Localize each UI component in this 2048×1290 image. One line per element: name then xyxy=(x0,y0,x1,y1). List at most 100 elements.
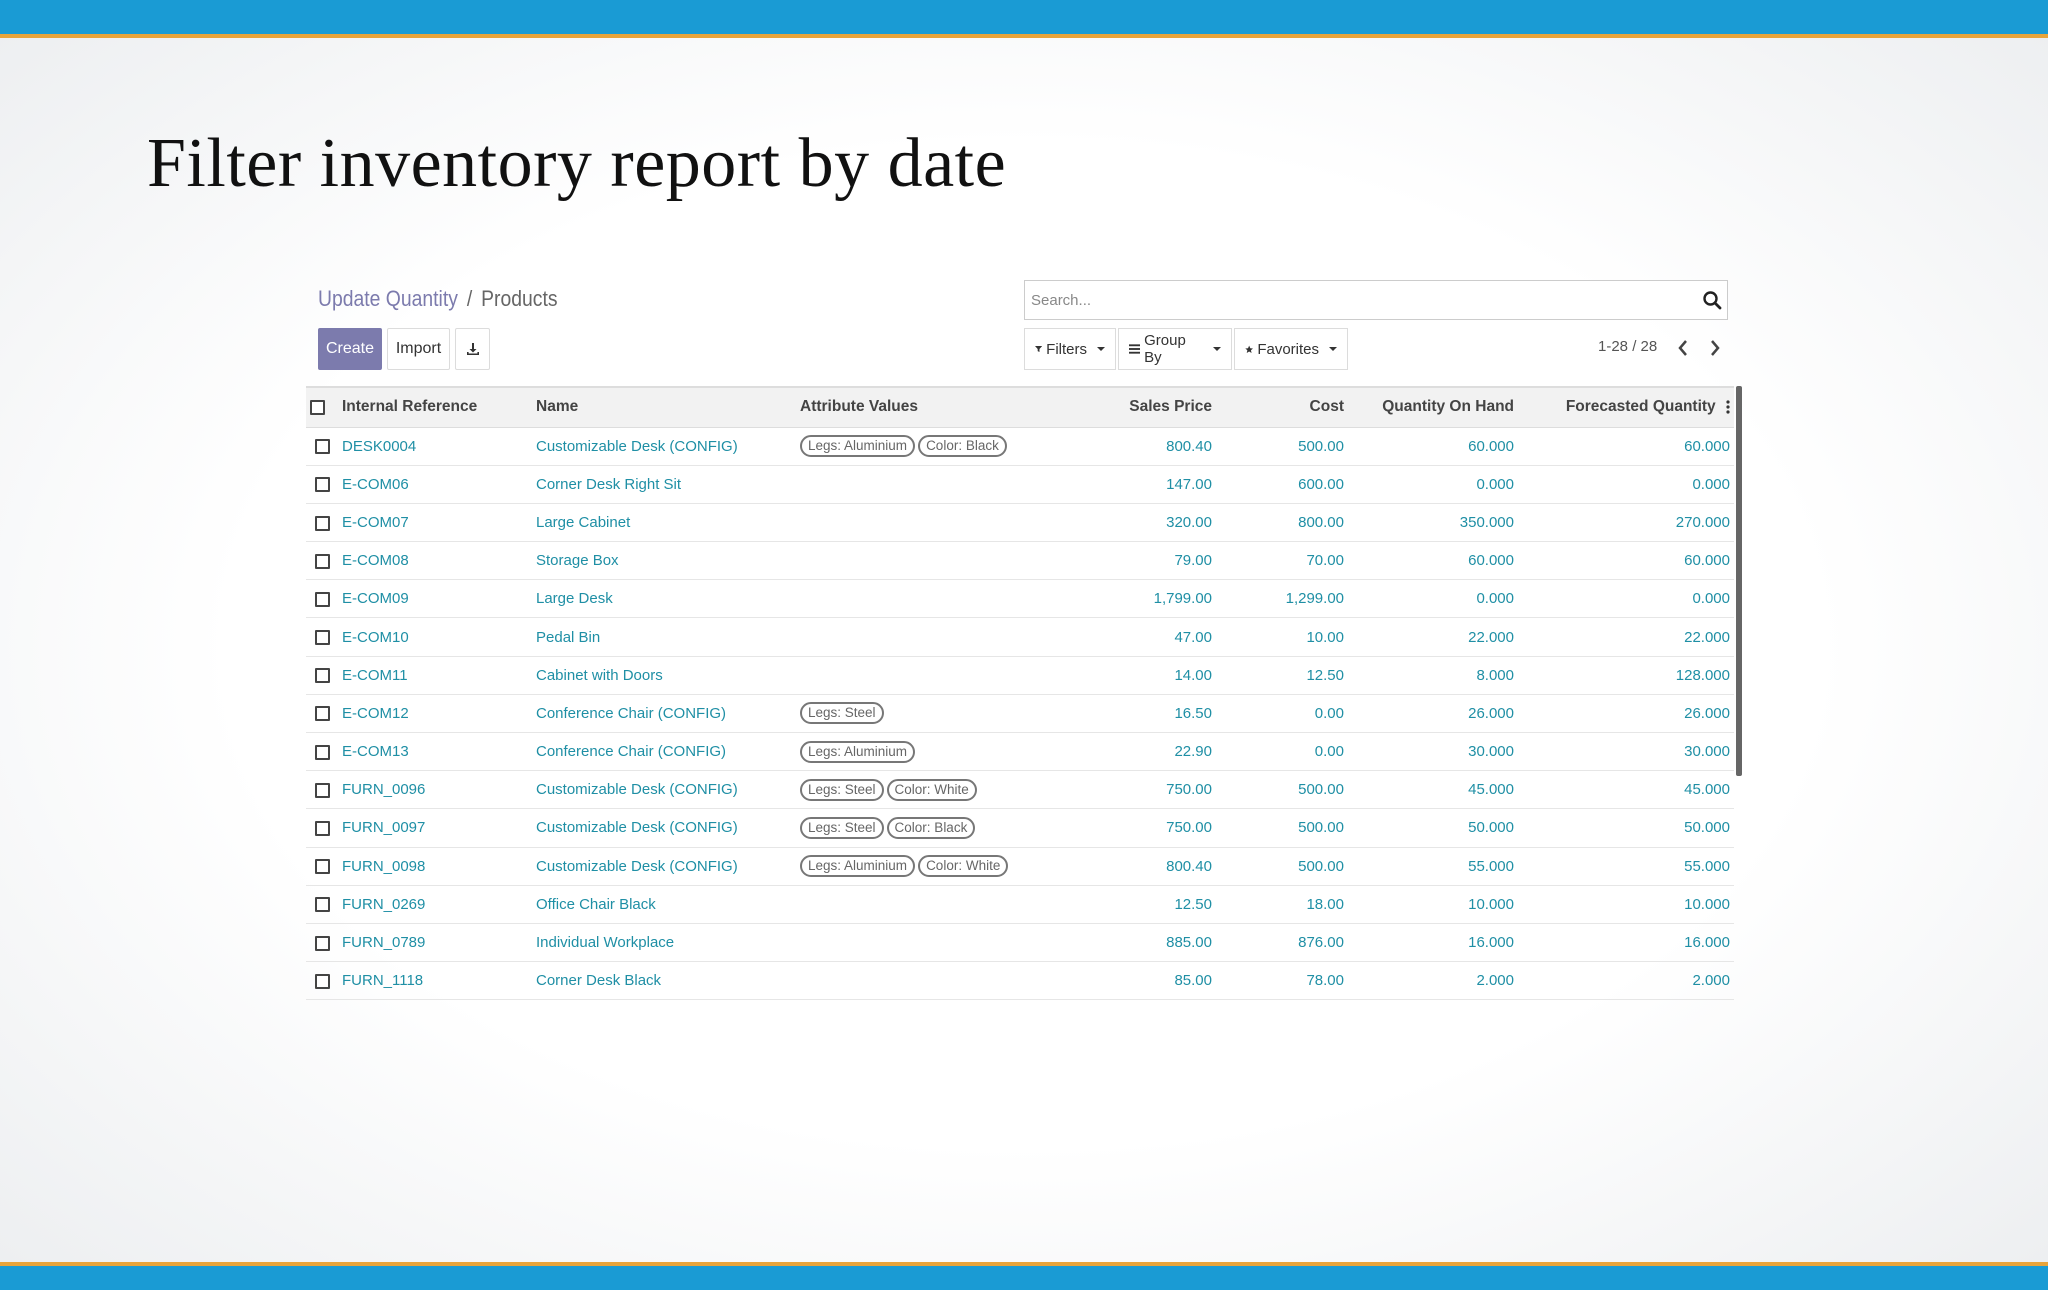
cell-internal-reference[interactable]: FURN_0098 xyxy=(338,847,532,886)
row-checkbox[interactable] xyxy=(314,897,330,913)
cell-cost[interactable]: 500.00 xyxy=(1216,808,1348,848)
cell-cost[interactable]: 800.00 xyxy=(1216,503,1348,543)
cell-cost[interactable]: 876.00 xyxy=(1216,923,1348,963)
table-row[interactable]: FURN_1118 Corner Desk Black 85.00 78.00 2.00… xyxy=(306,961,1734,1001)
row-checkbox[interactable] xyxy=(314,859,330,875)
row-checkbox[interactable] xyxy=(314,744,330,760)
cell-sales-price[interactable]: 750.00 xyxy=(1080,808,1216,848)
row-checkbox[interactable] xyxy=(314,591,330,607)
cell-forecasted-quantity[interactable]: 22.000 xyxy=(1518,617,1734,657)
row-checkbox[interactable] xyxy=(314,935,330,951)
cell-name[interactable]: Individual Workplace xyxy=(532,923,796,963)
cell-name[interactable]: Storage Box xyxy=(532,541,796,581)
table-row[interactable]: E-COM10 Pedal Bin 47.00 10.00 22.000 22.000 xyxy=(306,617,1734,657)
search-input[interactable] xyxy=(1031,281,1671,319)
cell-forecasted-quantity[interactable]: 0.000 xyxy=(1518,579,1734,619)
chevron-right-icon[interactable] xyxy=(1706,336,1724,360)
cell-name[interactable]: Pedal Bin xyxy=(532,617,796,657)
cell-internal-reference[interactable]: FURN_0269 xyxy=(338,885,532,924)
row-checkbox[interactable] xyxy=(314,515,330,531)
cell-sales-price[interactable]: 147.00 xyxy=(1080,465,1216,504)
cell-quantity-on-hand[interactable]: 10.000 xyxy=(1348,885,1518,924)
cell-quantity-on-hand[interactable]: 45.000 xyxy=(1348,770,1518,810)
filters-dropdown[interactable]: Filters xyxy=(1024,328,1116,370)
cell-sales-price[interactable]: 320.00 xyxy=(1080,503,1216,543)
row-checkbox[interactable] xyxy=(314,782,330,798)
cell-forecasted-quantity[interactable]: 10.000 xyxy=(1518,885,1734,924)
cell-sales-price[interactable]: 12.50 xyxy=(1080,885,1216,924)
cell-sales-price[interactable]: 47.00 xyxy=(1080,617,1216,657)
cell-cost[interactable]: 12.50 xyxy=(1216,656,1348,695)
cell-forecasted-quantity[interactable]: 45.000 xyxy=(1518,770,1734,810)
cell-internal-reference[interactable]: E-COM06 xyxy=(338,465,532,504)
cell-forecasted-quantity[interactable]: 26.000 xyxy=(1518,694,1734,734)
cell-forecasted-quantity[interactable]: 30.000 xyxy=(1518,732,1734,772)
cell-forecasted-quantity[interactable]: 60.000 xyxy=(1518,541,1734,581)
cell-quantity-on-hand[interactable]: 22.000 xyxy=(1348,617,1518,657)
row-checkbox[interactable] xyxy=(314,973,330,989)
column-header-forecasted-quantity[interactable]: Forecasted Quantity xyxy=(1518,386,1734,428)
cell-sales-price[interactable]: 85.00 xyxy=(1080,961,1216,1001)
table-row[interactable]: E-COM12 Conference Chair (CONFIG) Legs: St… xyxy=(306,694,1734,734)
cell-name[interactable]: Large Cabinet xyxy=(532,503,796,543)
cell-name[interactable]: Conference Chair (CONFIG) xyxy=(532,732,796,772)
cell-quantity-on-hand[interactable]: 16.000 xyxy=(1348,923,1518,963)
cell-name[interactable]: Customizable Desk (CONFIG) xyxy=(532,808,796,848)
cell-internal-reference[interactable]: FURN_0097 xyxy=(338,808,532,848)
cell-internal-reference[interactable]: FURN_0096 xyxy=(338,770,532,810)
cell-internal-reference[interactable]: E-COM08 xyxy=(338,541,532,581)
column-header-cost[interactable]: Cost xyxy=(1216,386,1348,428)
cell-cost[interactable]: 70.00 xyxy=(1216,541,1348,581)
table-row[interactable]: FURN_0097 Customizable Desk (CONFIG) Legs:… xyxy=(306,808,1734,848)
select-all-checkbox[interactable] xyxy=(310,399,325,415)
cell-cost[interactable]: 0.00 xyxy=(1216,732,1348,772)
cell-sales-price[interactable]: 16.50 xyxy=(1080,694,1216,734)
cell-cost[interactable]: 18.00 xyxy=(1216,885,1348,924)
cell-forecasted-quantity[interactable]: 16.000 xyxy=(1518,923,1734,963)
cell-sales-price[interactable]: 800.40 xyxy=(1080,847,1216,886)
cell-name[interactable]: Corner Desk Right Sit xyxy=(532,465,796,504)
cell-quantity-on-hand[interactable]: 30.000 xyxy=(1348,732,1518,772)
cell-cost[interactable]: 500.00 xyxy=(1216,770,1348,810)
cell-sales-price[interactable]: 800.40 xyxy=(1080,427,1216,466)
cell-name[interactable]: Customizable Desk (CONFIG) xyxy=(532,770,796,810)
row-checkbox[interactable] xyxy=(314,706,330,722)
cell-forecasted-quantity[interactable]: 55.000 xyxy=(1518,847,1734,886)
cell-forecasted-quantity[interactable]: 0.000 xyxy=(1518,465,1734,504)
table-row[interactable]: FURN_0096 Customizable Desk (CONFIG) Legs:… xyxy=(306,770,1734,810)
column-header-sales-price[interactable]: Sales Price xyxy=(1080,386,1216,428)
cell-internal-reference[interactable]: E-COM09 xyxy=(338,579,532,619)
favorites-dropdown[interactable]: Favorites xyxy=(1234,328,1348,370)
cell-quantity-on-hand[interactable]: 55.000 xyxy=(1348,847,1518,886)
table-row[interactable]: E-COM09 Large Desk 1,799.00 1,299.00 0.000 0.… xyxy=(306,579,1734,619)
cell-name[interactable]: Corner Desk Black xyxy=(532,961,796,1001)
cell-quantity-on-hand[interactable]: 60.000 xyxy=(1348,427,1518,466)
cell-cost[interactable]: 500.00 xyxy=(1216,847,1348,886)
column-header-quantity-on-hand[interactable]: Quantity On Hand xyxy=(1348,386,1518,428)
cell-cost[interactable]: 78.00 xyxy=(1216,961,1348,1001)
import-button[interactable]: Import xyxy=(387,328,450,370)
cell-internal-reference[interactable]: FURN_1118 xyxy=(338,961,532,1001)
table-row[interactable]: DESK0004 Customizable Desk (CONFIG) Legs: … xyxy=(306,427,1734,466)
cell-quantity-on-hand[interactable]: 50.000 xyxy=(1348,808,1518,848)
row-checkbox[interactable] xyxy=(314,668,330,684)
cell-sales-price[interactable]: 14.00 xyxy=(1080,656,1216,695)
cell-forecasted-quantity[interactable]: 50.000 xyxy=(1518,808,1734,848)
cell-sales-price[interactable]: 750.00 xyxy=(1080,770,1216,810)
cell-internal-reference[interactable]: FURN_0789 xyxy=(338,923,532,963)
column-header-name[interactable]: Name xyxy=(532,386,796,428)
table-row[interactable]: E-COM13 Conference Chair (CONFIG) Legs: Al… xyxy=(306,732,1734,772)
table-row[interactable]: E-COM07 Large Cabinet 320.00 800.00 350.000 2… xyxy=(306,503,1734,543)
cell-internal-reference[interactable]: E-COM12 xyxy=(338,694,532,734)
cell-quantity-on-hand[interactable]: 26.000 xyxy=(1348,694,1518,734)
column-header-attribute-values[interactable]: Attribute Values xyxy=(796,386,1080,428)
cell-name[interactable]: Customizable Desk (CONFIG) xyxy=(532,847,796,886)
create-button[interactable]: Create xyxy=(318,328,382,370)
cell-quantity-on-hand[interactable]: 350.000 xyxy=(1348,503,1518,543)
cell-quantity-on-hand[interactable]: 60.000 xyxy=(1348,541,1518,581)
group-by-dropdown[interactable]: Group By xyxy=(1118,328,1232,370)
pager-value[interactable]: 1-28 / 28 xyxy=(1598,338,1657,355)
breadcrumb-parent-link[interactable]: Update Quantity xyxy=(318,286,458,311)
table-scrollbar[interactable] xyxy=(1736,386,1742,776)
table-row[interactable]: FURN_0789 Individual Workplace 885.00 876.0… xyxy=(306,923,1734,963)
